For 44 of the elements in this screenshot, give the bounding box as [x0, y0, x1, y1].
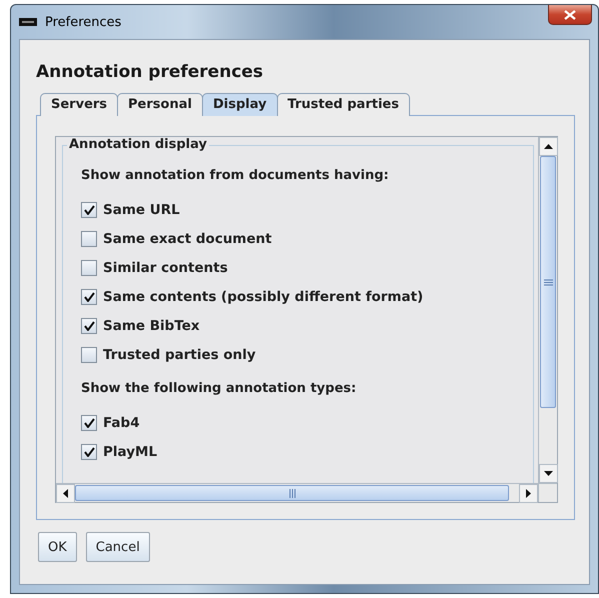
dialog-heading: Annotation preferences — [36, 62, 264, 82]
checkbox-label: Trusted parties only — [103, 346, 256, 362]
grip-icon — [288, 488, 296, 498]
close-icon — [564, 10, 576, 20]
section-label: Show annotation from documents having: — [81, 168, 390, 183]
dialog-button[interactable]: Cancel — [86, 532, 150, 562]
grip-icon — [544, 278, 552, 286]
window-title: Preferences — [45, 14, 122, 30]
scroll-up-button[interactable] — [539, 137, 558, 156]
vertical-scrollbar[interactable] — [538, 137, 557, 483]
scroll-thumb[interactable] — [75, 485, 509, 501]
scroll-thumb[interactable] — [540, 156, 556, 408]
checkbox-label: Similar contents — [103, 260, 228, 276]
checkbox[interactable] — [81, 260, 97, 276]
checkbox[interactable] — [81, 346, 97, 362]
left-arrow-icon — [61, 489, 70, 498]
tab[interactable]: Personal — [117, 93, 203, 116]
tab[interactable]: Trusted parties — [276, 93, 410, 116]
right-arrow-icon — [524, 489, 533, 498]
scroll-right-button[interactable] — [519, 484, 538, 503]
checkbox-label: Same URL — [103, 202, 180, 218]
tab[interactable]: Servers — [40, 93, 118, 116]
tab[interactable]: Display — [202, 93, 278, 116]
checkbox[interactable] — [81, 444, 97, 460]
checkbox-label: PlayML — [103, 444, 158, 460]
checkbox[interactable] — [81, 202, 97, 218]
close-button[interactable] — [548, 5, 592, 25]
dialog-button[interactable]: OK — [38, 532, 77, 562]
up-arrow-icon — [544, 142, 553, 151]
checkbox[interactable] — [81, 414, 97, 430]
checkbox-label: Same BibTex — [103, 318, 200, 334]
app-icon — [19, 18, 37, 26]
checkbox-label: Same contents (possibly different format) — [103, 288, 424, 304]
scroll-down-button[interactable] — [539, 464, 558, 483]
checkbox[interactable] — [81, 288, 97, 304]
checkbox-label: Same exact document — [103, 230, 272, 246]
checkbox-label: Fab4 — [103, 414, 140, 430]
scroll-left-button[interactable] — [56, 484, 75, 503]
checkbox[interactable] — [81, 230, 97, 246]
checkbox[interactable] — [81, 318, 97, 334]
group-title: Annotation display — [67, 137, 209, 152]
section-label: Show the following annotation types: — [81, 381, 358, 396]
down-arrow-icon — [544, 469, 553, 478]
horizontal-scrollbar[interactable] — [56, 483, 538, 502]
